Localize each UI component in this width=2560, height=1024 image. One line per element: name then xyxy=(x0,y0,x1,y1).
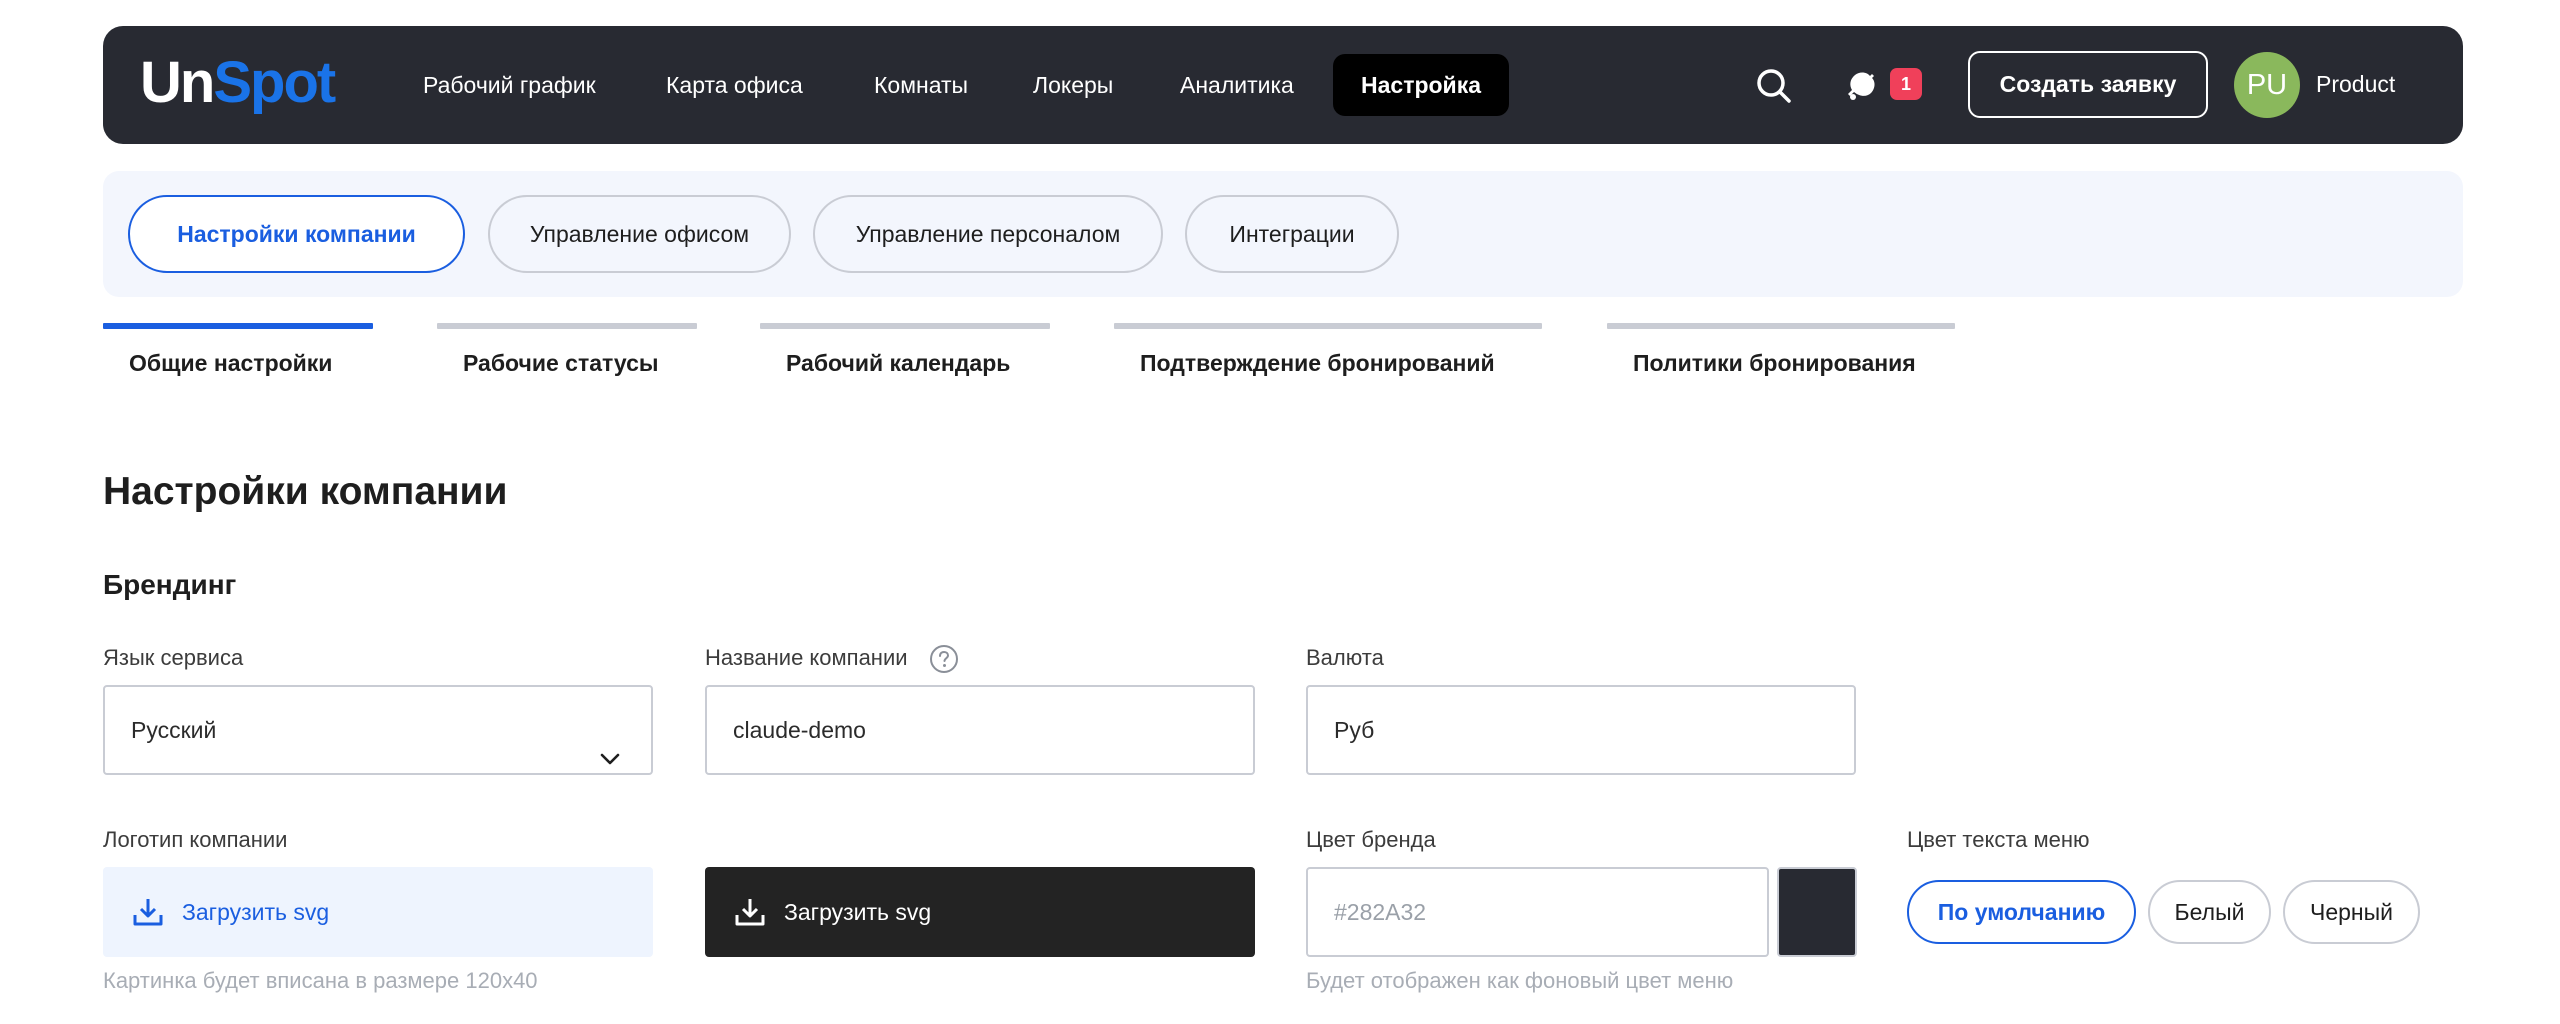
tab-label: Подтверждение бронирований xyxy=(1140,350,1495,376)
branding-section-title: Брендинг xyxy=(103,569,237,600)
upload-label: Загрузить svg xyxy=(784,899,932,925)
bell-icon[interactable] xyxy=(1845,68,1879,102)
nav-item-rooms[interactable]: Комнаты xyxy=(874,54,968,116)
download-icon xyxy=(131,895,165,934)
brand-color-field[interactable]: #282A32 xyxy=(1306,867,1769,957)
pill-staff-management[interactable]: Управление персоналом xyxy=(813,195,1163,273)
tab-label: Общие настройки xyxy=(129,350,333,376)
user-name[interactable]: Product xyxy=(2316,66,2395,102)
company-logo-label: Логотип компании xyxy=(103,827,288,852)
tab-label: Политики бронирования xyxy=(1633,350,1916,376)
pill-office-management[interactable]: Управление офисом xyxy=(488,195,791,273)
nav-item-office-map[interactable]: Карта офиса xyxy=(666,54,803,116)
avatar[interactable]: PU xyxy=(2234,52,2300,118)
create-request-button[interactable]: Создать заявку xyxy=(1968,51,2208,118)
logo-text-un: Un xyxy=(140,50,215,115)
top-navigation-bar: UnSpot Рабочий график Карта офиса Комнат… xyxy=(103,26,2463,144)
help-icon[interactable] xyxy=(929,644,959,679)
language-select[interactable]: Русский xyxy=(103,685,653,775)
notification-count-badge: 1 xyxy=(1890,68,1922,100)
upload-logo-dark-button[interactable]: Загрузить svg xyxy=(705,867,1255,957)
nav-item-lockers[interactable]: Локеры xyxy=(1033,54,1113,116)
nav-item-settings[interactable]: Настройка xyxy=(1333,54,1509,116)
download-icon xyxy=(733,895,767,934)
currency-label: Валюта xyxy=(1306,645,1384,670)
menu-text-color-default[interactable]: По умолчанию xyxy=(1907,880,2136,944)
nav-item-work-schedule[interactable]: Рабочий график xyxy=(423,54,596,116)
logo-size-hint: Картинка будет вписана в размере 120x40 xyxy=(103,968,538,993)
tab-label: Рабочие статусы xyxy=(463,350,659,376)
menu-text-color-white[interactable]: Белый xyxy=(2148,880,2271,944)
page-title: Настройки компании xyxy=(103,470,508,513)
company-name-label: Название компании xyxy=(705,645,908,670)
pill-company-settings[interactable]: Настройки компании xyxy=(128,195,465,273)
pill-integrations[interactable]: Интеграции xyxy=(1185,195,1399,273)
settings-sections-bar: Настройки компании Управление офисом Упр… xyxy=(103,171,2463,297)
menu-text-color-black[interactable]: Черный xyxy=(2283,880,2420,944)
company-name-field[interactable]: claude-demo xyxy=(705,685,1255,775)
currency-field[interactable]: Руб xyxy=(1306,685,1856,775)
upload-label: Загрузить svg xyxy=(182,899,330,925)
language-label: Язык сервиса xyxy=(103,645,244,670)
brand-color-swatch[interactable] xyxy=(1777,867,1857,957)
language-value: Русский xyxy=(131,717,217,743)
nav-item-analytics[interactable]: Аналитика xyxy=(1180,54,1294,116)
menu-text-color-label: Цвет текста меню xyxy=(1907,827,2090,852)
brand-color-hint: Будет отображен как фоновый цвет меню xyxy=(1306,968,1734,993)
tab-label: Рабочий календарь xyxy=(786,350,1011,376)
logo-text-spot: Spot xyxy=(213,50,336,115)
upload-logo-light-button[interactable]: Загрузить svg xyxy=(103,867,653,957)
search-icon[interactable] xyxy=(1754,66,1794,106)
chevron-down-icon xyxy=(599,719,621,805)
brand-color-label: Цвет бренда xyxy=(1306,827,1436,852)
unspot-logo[interactable]: UnSpot xyxy=(140,50,336,115)
